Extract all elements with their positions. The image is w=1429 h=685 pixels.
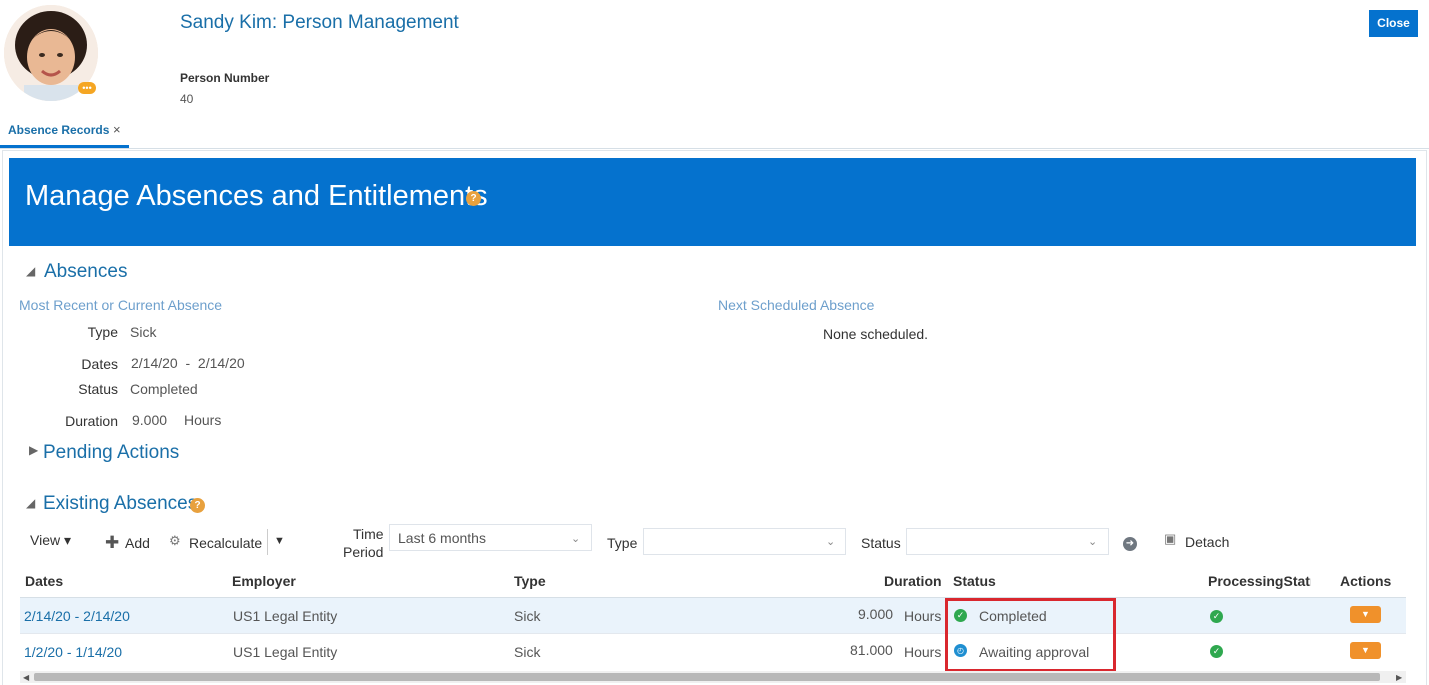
- column-header-employer[interactable]: Employer: [232, 573, 296, 589]
- chevron-down-icon[interactable]: ⌄: [826, 535, 835, 548]
- collapse-triangle-icon[interactable]: ◢: [26, 264, 35, 278]
- time-period-select[interactable]: Last 6 months: [389, 524, 592, 551]
- absences-heading[interactable]: Absences: [44, 261, 127, 283]
- duration-value: 9.000: [132, 412, 168, 428]
- processing-check-icon: ✓: [1210, 645, 1223, 658]
- column-header-processing-status[interactable]: ProcessingStatı: [1208, 573, 1311, 589]
- next-absence-heading: Next Scheduled Absence: [718, 297, 875, 313]
- status-filter-select[interactable]: [906, 528, 1109, 555]
- help-icon[interactable]: ?: [190, 498, 205, 513]
- pending-actions-heading[interactable]: Pending Actions: [43, 442, 179, 464]
- row-type: Sick: [514, 644, 541, 660]
- help-icon[interactable]: ?: [466, 191, 481, 206]
- row-employer: US1 Legal Entity: [233, 644, 338, 660]
- column-header-status[interactable]: Status: [953, 573, 996, 589]
- add-button[interactable]: Add: [125, 535, 150, 551]
- status-value: Completed: [130, 381, 198, 397]
- detach-button[interactable]: Detach: [1185, 534, 1229, 550]
- column-header-actions[interactable]: Actions: [1340, 573, 1391, 589]
- detach-icon[interactable]: ▣: [1164, 531, 1176, 547]
- chevron-down-icon[interactable]: ⌄: [1088, 535, 1097, 548]
- row-employer: US1 Legal Entity: [233, 608, 338, 624]
- next-absence-value: None scheduled.: [823, 326, 929, 342]
- go-arrow-icon[interactable]: ➜: [1123, 537, 1137, 551]
- existing-absences-heading[interactable]: Existing Absences: [43, 493, 197, 515]
- row-dates-link[interactable]: 2/14/20 - 2/14/20: [24, 608, 130, 624]
- scrollbar-thumb[interactable]: [34, 673, 1380, 681]
- collapse-triangle-icon[interactable]: ◢: [26, 496, 35, 510]
- person-number-label: Person Number: [180, 71, 270, 85]
- status-filter-label: Status: [861, 535, 901, 551]
- status-highlight-box: [945, 598, 1116, 672]
- row-actions-button[interactable]: ▼: [1350, 606, 1381, 623]
- tab-divider: [0, 148, 1429, 149]
- tab-close-icon[interactable]: ×: [113, 122, 121, 137]
- recalculate-dropdown-icon[interactable]: ▼: [274, 535, 285, 547]
- view-menu[interactable]: View ▾: [30, 532, 71, 549]
- type-value: Sick: [130, 324, 157, 340]
- person-title: Sandy Kim: Person Management: [180, 12, 459, 33]
- add-icon[interactable]: ✚: [105, 533, 119, 553]
- status-label: Status: [78, 381, 118, 397]
- column-header-dates[interactable]: Dates: [25, 573, 63, 589]
- gear-icon[interactable]: ⚙: [169, 533, 181, 549]
- toolbar-separator: [267, 529, 268, 555]
- row-duration-unit: Hours: [904, 644, 942, 660]
- row-duration: 81.000: [850, 642, 893, 658]
- row-duration: 9.000: [858, 606, 894, 622]
- column-header-type[interactable]: Type: [514, 573, 546, 589]
- expand-triangle-icon[interactable]: ▶: [29, 443, 38, 457]
- column-header-duration[interactable]: Duration: [884, 573, 942, 589]
- type-filter-select[interactable]: [643, 528, 846, 555]
- type-filter-label: Type: [607, 535, 638, 551]
- row-actions-button[interactable]: ▼: [1350, 642, 1381, 659]
- tab-label[interactable]: Absence Records: [8, 123, 109, 137]
- scroll-right-icon[interactable]: ▶: [1396, 673, 1402, 682]
- duration-unit: Hours: [184, 412, 222, 428]
- recalculate-button[interactable]: Recalculate: [189, 535, 262, 551]
- recent-absence-heading: Most Recent or Current Absence: [19, 297, 223, 313]
- time-period-label: Time: [353, 526, 384, 542]
- scroll-left-icon[interactable]: ◀: [23, 673, 29, 682]
- avatar-more-badge[interactable]: •••: [78, 82, 96, 94]
- type-label: Type: [87, 324, 118, 340]
- table-row[interactable]: [20, 598, 1406, 633]
- row-duration-unit: Hours: [904, 608, 942, 624]
- processing-check-icon: ✓: [1210, 610, 1223, 623]
- table-row[interactable]: [20, 634, 1406, 669]
- page-title: Manage Absences and Entitlements: [25, 180, 488, 212]
- duration-label: Duration: [65, 413, 118, 429]
- dates-label: Dates: [81, 356, 118, 372]
- chevron-down-icon[interactable]: ⌄: [571, 532, 580, 545]
- time-period-label-2: Period: [343, 544, 384, 560]
- person-number-value: 40: [180, 92, 194, 106]
- close-button[interactable]: Close: [1369, 10, 1418, 37]
- row-dates-link[interactable]: 1/2/20 - 1/14/20: [24, 644, 122, 660]
- dates-value: 2/14/20 - 2/14/20: [131, 355, 245, 371]
- row-type: Sick: [514, 608, 541, 624]
